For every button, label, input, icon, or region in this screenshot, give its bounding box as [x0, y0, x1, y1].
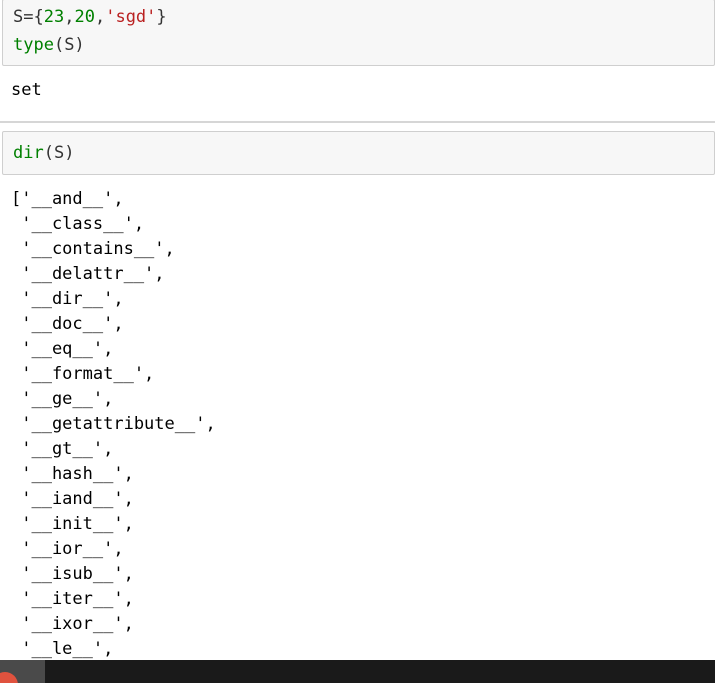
code-token: S [13, 7, 24, 27]
output-line: '__getattribute__', [11, 414, 216, 434]
output-line: '__isub__', [11, 564, 134, 584]
code-token: 23 [43, 7, 65, 27]
code-token: type [13, 35, 54, 55]
code-line-1: S={23,20,'sgd'} [13, 5, 167, 29]
code-cell-2-input[interactable]: dir(S) [2, 131, 715, 175]
code-token: 'sgd' [105, 7, 157, 27]
output-line: '__init__', [11, 514, 134, 534]
output-line: '__iter__', [11, 589, 134, 609]
output-line: '__iand__', [11, 489, 134, 509]
code-token: { [33, 7, 44, 27]
output-line: '__class__', [11, 214, 145, 234]
code-token: } [156, 7, 167, 27]
taskbar [0, 660, 715, 683]
output-line: '__hash__', [11, 464, 134, 484]
code-line-1: dir(S) [13, 141, 74, 165]
code-line-2: type(S) [13, 33, 85, 57]
output-line: '__dir__', [11, 289, 124, 309]
output-line: '__eq__', [11, 339, 114, 359]
code-cell-1-input[interactable]: S={23,20,'sgd'} type(S) [2, 0, 715, 66]
code-token: 20 [74, 7, 95, 27]
output-line: '__ixor__', [11, 614, 134, 634]
output-line: '__doc__', [11, 314, 124, 334]
output-line: '__format__', [11, 364, 155, 384]
code-token: = [23, 7, 34, 27]
output-line: '__gt__', [11, 439, 114, 459]
code-token: dir [13, 143, 44, 163]
output-line: '__ior__', [11, 539, 124, 559]
taskbar-start-area[interactable] [0, 660, 45, 683]
cell-1-output-line: set [11, 80, 42, 100]
output-line: ['__and__', [11, 189, 124, 209]
cell-separator [0, 121, 715, 123]
code-token: (S) [53, 35, 85, 55]
code-token: , [94, 7, 106, 27]
code-token: (S) [43, 143, 75, 163]
output-line: '__le__', [11, 639, 114, 659]
code-token: , [64, 7, 75, 27]
output-line: '__contains__', [11, 239, 175, 259]
app-icon[interactable] [0, 672, 18, 683]
output-line: '__delattr__', [11, 264, 165, 284]
output-line: '__ge__', [11, 389, 114, 409]
